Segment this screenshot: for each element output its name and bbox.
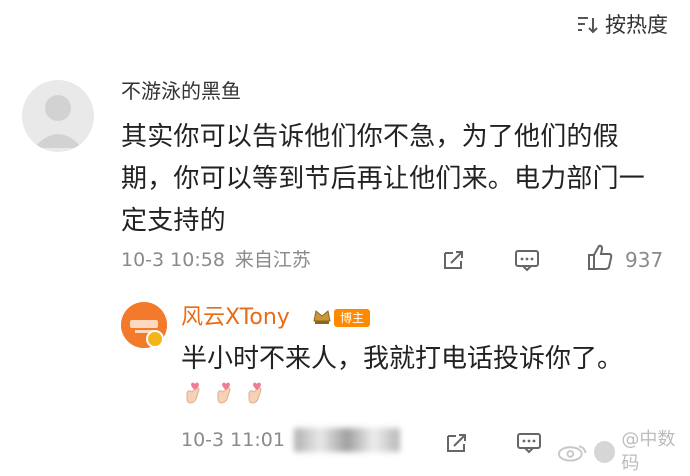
comment-time: 10-3 10:58 xyxy=(121,249,225,271)
emoji-row xyxy=(181,379,267,407)
comment-text: 其实你可以告诉他们你不急，为了他们的假期，你可以等到节后再让他们来。电力部门一定… xyxy=(121,122,646,236)
watermark-text: @中数码 xyxy=(621,429,676,474)
thumbs-up-icon[interactable] xyxy=(584,241,616,273)
share-icon[interactable] xyxy=(440,246,468,274)
blogger-badge: 博主 xyxy=(334,309,371,327)
sort-control[interactable]: 按热度 xyxy=(575,12,668,38)
finger-heart-emoji xyxy=(186,382,200,404)
comment-username[interactable]: 不游泳的黑鱼 xyxy=(121,78,241,104)
finger-heart-emoji xyxy=(217,382,231,404)
like-count: 937 xyxy=(625,248,664,272)
finger-heart-emoji xyxy=(248,382,262,404)
default-avatar-icon xyxy=(34,95,82,148)
watermark-dot xyxy=(594,441,616,463)
comment-meta: 10-3 10:58 来自江苏 xyxy=(121,247,311,273)
crown-icon xyxy=(313,310,331,324)
comment-icon[interactable] xyxy=(512,246,542,274)
reply-username[interactable]: 风云XTony xyxy=(181,304,290,332)
weibo-logo-icon xyxy=(557,445,587,462)
verified-badge-icon xyxy=(146,330,164,348)
comment-icon[interactable] xyxy=(514,430,544,456)
reply-text: 半小时不来人，我就打电话投诉你了。 xyxy=(181,344,624,374)
watermark: @中数码 xyxy=(556,428,690,476)
share-icon[interactable] xyxy=(443,430,471,456)
blurred-location xyxy=(294,428,400,452)
reply-time: 10-3 11:01 xyxy=(181,429,285,451)
comment-location: 来自江苏 xyxy=(234,249,311,271)
sort-icon xyxy=(578,17,598,34)
avatar[interactable] xyxy=(22,80,94,152)
sort-label: 按热度 xyxy=(605,13,668,37)
